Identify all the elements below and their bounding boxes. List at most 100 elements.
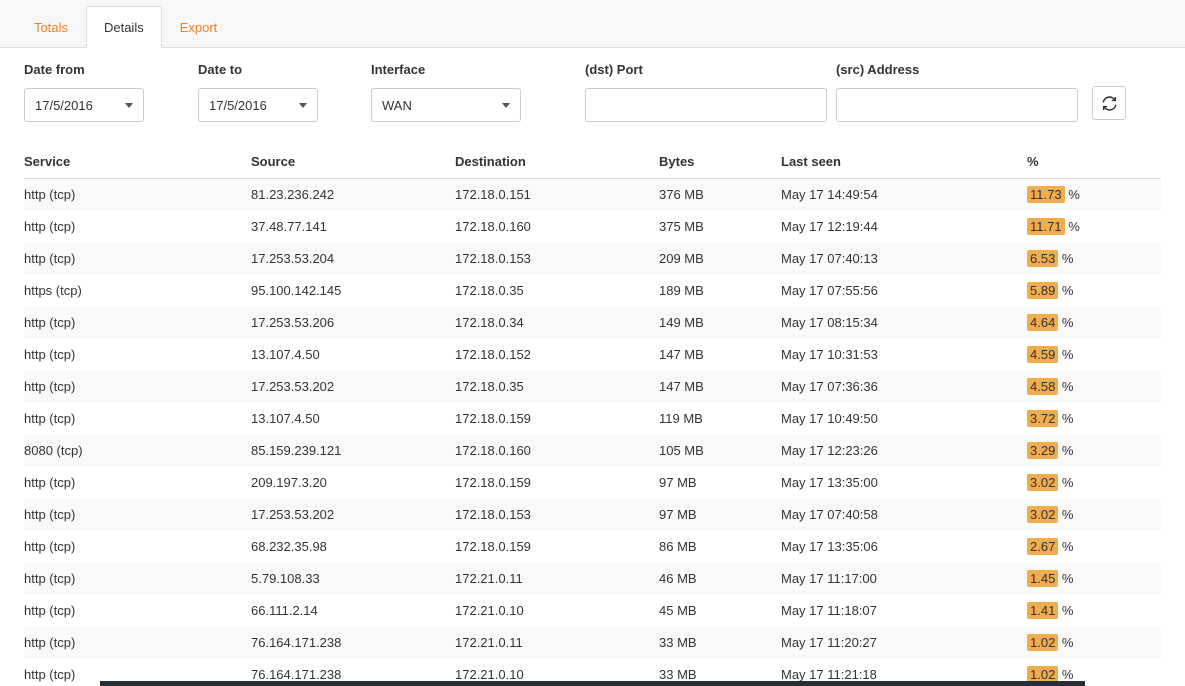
- chevron-down-icon: [299, 103, 307, 108]
- cell-last-seen: May 17 14:49:54: [781, 179, 1027, 212]
- table-row: http (tcp) 17.253.53.206 172.18.0.34 149…: [24, 307, 1161, 339]
- cell-destination: 172.18.0.160: [455, 211, 659, 243]
- percent-badge: 11.71: [1027, 218, 1065, 235]
- cell-service: http (tcp): [24, 403, 251, 435]
- table-row: 8080 (tcp) 85.159.239.121 172.18.0.160 1…: [24, 435, 1161, 467]
- cell-source: 17.253.53.206: [251, 307, 455, 339]
- cell-source: 85.159.239.121: [251, 435, 455, 467]
- cell-source: 13.107.4.50: [251, 403, 455, 435]
- cell-bytes: 149 MB: [659, 307, 781, 339]
- percent-suffix: %: [1058, 475, 1073, 490]
- percent-suffix: %: [1065, 219, 1080, 234]
- cell-destination: 172.18.0.153: [455, 243, 659, 275]
- cell-bytes: 147 MB: [659, 339, 781, 371]
- percent-suffix: %: [1058, 347, 1073, 362]
- cell-source: 17.253.53.202: [251, 499, 455, 531]
- percent-suffix: %: [1058, 411, 1073, 426]
- percent-badge: 4.59: [1027, 346, 1058, 363]
- percent-suffix: %: [1058, 571, 1073, 586]
- table-row: http (tcp) 66.111.2.14 172.21.0.10 45 MB…: [24, 595, 1161, 627]
- cell-percent: 1.45 %: [1027, 563, 1161, 595]
- percent-badge: 3.72: [1027, 410, 1058, 427]
- cell-service: http (tcp): [24, 307, 251, 339]
- cell-last-seen: May 17 13:35:06: [781, 531, 1027, 563]
- table-row: http (tcp) 68.232.35.98 172.18.0.159 86 …: [24, 531, 1161, 563]
- cell-service: http (tcp): [24, 179, 251, 212]
- percent-badge: 1.02: [1027, 634, 1058, 651]
- percent-suffix: %: [1058, 251, 1073, 266]
- src-address-input[interactable]: [836, 88, 1078, 122]
- filter-date-from: Date from 17/5/2016: [24, 62, 144, 122]
- cell-bytes: 105 MB: [659, 435, 781, 467]
- cell-source: 37.48.77.141: [251, 211, 455, 243]
- date-from-value: 17/5/2016: [35, 98, 93, 113]
- percent-badge: 5.89: [1027, 282, 1058, 299]
- table-row: http (tcp) 17.253.53.202 172.18.0.35 147…: [24, 371, 1161, 403]
- date-from-select[interactable]: 17/5/2016: [24, 88, 144, 122]
- column-header-source: Source: [251, 144, 455, 179]
- cell-bytes: 375 MB: [659, 211, 781, 243]
- cell-service: http (tcp): [24, 243, 251, 275]
- cell-service: 8080 (tcp): [24, 435, 251, 467]
- cell-source: 81.23.236.242: [251, 179, 455, 212]
- cell-service: http (tcp): [24, 211, 251, 243]
- cell-source: 17.253.53.204: [251, 243, 455, 275]
- percent-badge: 6.53: [1027, 250, 1058, 267]
- cell-service: http (tcp): [24, 595, 251, 627]
- cell-service: http (tcp): [24, 563, 251, 595]
- refresh-button[interactable]: [1092, 86, 1126, 120]
- interface-label: Interface: [371, 62, 521, 77]
- src-address-label: (src) Address: [836, 62, 1078, 77]
- cell-bytes: 33 MB: [659, 627, 781, 659]
- percent-badge: 3.02: [1027, 474, 1058, 491]
- percent-badge: 11.73: [1027, 186, 1065, 203]
- dst-port-input[interactable]: [585, 88, 827, 122]
- table-row: http (tcp) 81.23.236.242 172.18.0.151 37…: [24, 179, 1161, 212]
- table-row: http (tcp) 76.164.171.238 172.21.0.11 33…: [24, 627, 1161, 659]
- filter-date-to: Date to 17/5/2016: [198, 62, 318, 122]
- cell-percent: 1.02 %: [1027, 627, 1161, 659]
- cell-percent: 5.89 %: [1027, 275, 1161, 307]
- table-row: http (tcp) 17.253.53.202 172.18.0.153 97…: [24, 499, 1161, 531]
- cell-bytes: 45 MB: [659, 595, 781, 627]
- percent-badge: 4.64: [1027, 314, 1058, 331]
- interface-value: WAN: [382, 98, 412, 113]
- refresh-icon: [1102, 96, 1117, 111]
- cell-bytes: 119 MB: [659, 403, 781, 435]
- cell-percent: 3.02 %: [1027, 499, 1161, 531]
- filter-src-address: (src) Address: [836, 62, 1078, 122]
- table-row: https (tcp) 95.100.142.145 172.18.0.35 1…: [24, 275, 1161, 307]
- cell-last-seen: May 17 08:15:34: [781, 307, 1027, 339]
- cell-percent: 3.72 %: [1027, 403, 1161, 435]
- cell-last-seen: May 17 07:36:36: [781, 371, 1027, 403]
- cell-last-seen: May 17 10:31:53: [781, 339, 1027, 371]
- cell-percent: 4.64 %: [1027, 307, 1161, 339]
- tab-export[interactable]: Export: [162, 6, 236, 47]
- tab-details[interactable]: Details: [86, 6, 162, 48]
- cell-last-seen: May 17 11:20:27: [781, 627, 1027, 659]
- percent-badge: 1.41: [1027, 602, 1058, 619]
- traffic-table-body: http (tcp) 81.23.236.242 172.18.0.151 37…: [24, 179, 1161, 686]
- tab-totals[interactable]: Totals: [16, 6, 86, 47]
- percent-suffix: %: [1058, 283, 1073, 298]
- cell-service: http (tcp): [24, 627, 251, 659]
- filter-dst-port: (dst) Port: [585, 62, 827, 122]
- column-header-service: Service: [24, 144, 251, 179]
- date-to-label: Date to: [198, 62, 318, 77]
- cell-percent: 11.73 %: [1027, 179, 1161, 212]
- cell-destination: 172.18.0.35: [455, 371, 659, 403]
- date-to-select[interactable]: 17/5/2016: [198, 88, 318, 122]
- cell-last-seen: May 17 07:40:13: [781, 243, 1027, 275]
- percent-suffix: %: [1058, 603, 1073, 618]
- cell-last-seen: May 17 07:40:58: [781, 499, 1027, 531]
- cell-source: 17.253.53.202: [251, 371, 455, 403]
- cell-last-seen: May 17 13:35:00: [781, 467, 1027, 499]
- cell-bytes: 189 MB: [659, 275, 781, 307]
- cell-bytes: 86 MB: [659, 531, 781, 563]
- traffic-table-container: Service Source Destination Bytes Last se…: [0, 132, 1185, 686]
- cell-bytes: 147 MB: [659, 371, 781, 403]
- percent-badge: 2.67: [1027, 538, 1058, 555]
- cell-last-seen: May 17 11:17:00: [781, 563, 1027, 595]
- table-row: http (tcp) 13.107.4.50 172.18.0.159 119 …: [24, 403, 1161, 435]
- interface-select[interactable]: WAN: [371, 88, 521, 122]
